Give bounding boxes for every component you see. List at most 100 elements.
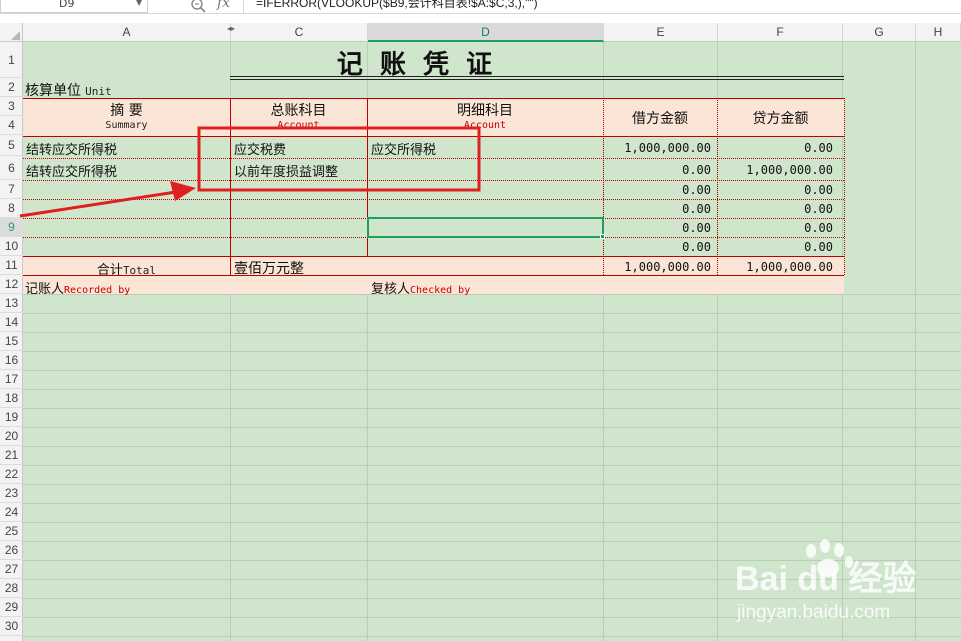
voucher-border bbox=[23, 180, 844, 181]
checked-label-en: Checked by bbox=[410, 285, 471, 296]
row-header[interactable]: 30 bbox=[0, 617, 23, 636]
voucher-border bbox=[23, 136, 844, 137]
row-header[interactable]: 6 bbox=[0, 156, 23, 180]
gridline bbox=[23, 351, 961, 352]
row-header[interactable]: 12 bbox=[0, 275, 23, 294]
row-header[interactable]: 3 bbox=[0, 97, 23, 116]
gridline bbox=[23, 332, 961, 333]
entry-account[interactable]: 以前年度损益调整 bbox=[234, 161, 338, 180]
row-header[interactable]: 7 bbox=[0, 180, 23, 199]
account-header: 总账科目 bbox=[270, 103, 327, 119]
row-header[interactable]: 16 bbox=[0, 351, 23, 370]
voucher-border bbox=[23, 199, 844, 200]
account-header-en: Account bbox=[277, 120, 320, 131]
row-header[interactable]: 20 bbox=[0, 427, 23, 446]
row-header[interactable]: 24 bbox=[0, 503, 23, 522]
row-header[interactable]: 28 bbox=[0, 579, 23, 598]
row-header[interactable]: 21 bbox=[0, 446, 23, 465]
fx-icon[interactable]: fx bbox=[217, 0, 230, 11]
row-header[interactable]: 2 bbox=[0, 78, 23, 97]
total-credit[interactable]: 1,000,000.00 bbox=[717, 260, 833, 274]
gridline bbox=[23, 636, 961, 637]
entry-debit[interactable]: 1,000,000.00 bbox=[603, 141, 711, 155]
fill-handle[interactable] bbox=[600, 234, 605, 239]
row-header[interactable]: 4 bbox=[0, 116, 23, 135]
title-underline bbox=[230, 76, 844, 77]
select-all-corner[interactable] bbox=[0, 23, 23, 42]
detail-header: 明细科目 bbox=[457, 103, 513, 119]
row-header[interactable]: 27 bbox=[0, 560, 23, 579]
column-header-h[interactable]: H bbox=[916, 23, 961, 42]
credit-header: 贷方金额 bbox=[752, 111, 809, 127]
gridline bbox=[23, 484, 961, 485]
row-header[interactable]: 10 bbox=[0, 237, 23, 256]
row-header[interactable]: 1 bbox=[0, 42, 23, 78]
chevron-down-icon[interactable]: ▼ bbox=[136, 0, 142, 7]
row-header[interactable]: 26 bbox=[0, 541, 23, 560]
entry-debit[interactable]: 0.00 bbox=[603, 163, 711, 177]
gridline bbox=[23, 408, 961, 409]
select-all-icon bbox=[11, 31, 20, 40]
entry-summary[interactable]: 结转应交所得税 bbox=[26, 139, 117, 158]
row-header[interactable]: 11 bbox=[0, 256, 23, 275]
voucher-border bbox=[23, 158, 844, 159]
entry-credit[interactable]: 1,000,000.00 bbox=[717, 163, 833, 177]
row-header[interactable]: 14 bbox=[0, 313, 23, 332]
entry-debit[interactable]: 0.00 bbox=[603, 240, 711, 254]
voucher-border bbox=[23, 98, 844, 99]
entry-summary[interactable]: 结转应交所得税 bbox=[26, 161, 117, 180]
row-header[interactable]: 15 bbox=[0, 332, 23, 351]
gridline bbox=[23, 370, 961, 371]
voucher-border bbox=[603, 98, 604, 275]
entry-credit[interactable]: 0.00 bbox=[717, 183, 833, 197]
entry-detail[interactable]: 应交所得税 bbox=[371, 139, 436, 158]
column-header-f[interactable]: F bbox=[718, 23, 843, 42]
voucher-border bbox=[717, 98, 718, 275]
row-header[interactable]: 17 bbox=[0, 370, 23, 389]
unit-label-en: Unit bbox=[85, 85, 112, 98]
row-header[interactable]: 5 bbox=[0, 135, 23, 156]
zoom-icon[interactable] bbox=[190, 0, 208, 13]
entry-credit[interactable]: 0.00 bbox=[717, 141, 833, 155]
recorded-label-cn: 记账人 bbox=[25, 282, 65, 297]
watermark-brand: Bai du 经验 bbox=[735, 559, 916, 598]
entry-credit[interactable]: 0.00 bbox=[717, 202, 833, 216]
entry-debit[interactable]: 0.00 bbox=[603, 183, 711, 197]
row-header[interactable]: 23 bbox=[0, 484, 23, 503]
gridline bbox=[23, 313, 961, 314]
column-header-d[interactable]: D bbox=[368, 23, 604, 42]
formula-input[interactable]: =IFERROR(VLOOKUP($B9,会计科目表!$A:$C,3,),"") bbox=[243, 0, 961, 13]
voucher-border bbox=[23, 275, 844, 276]
row-header[interactable]: 8 bbox=[0, 199, 23, 218]
entry-credit[interactable]: 0.00 bbox=[717, 221, 833, 235]
name-box[interactable]: D9 bbox=[0, 0, 148, 13]
row-header-bar: 1 2 3 4 5 6 7 8 9 10 11 12 13 14 15 16 1… bbox=[0, 42, 23, 641]
row-header[interactable]: 29 bbox=[0, 598, 23, 617]
watermark-url: jingyan.baidu.com bbox=[736, 602, 890, 623]
row-header[interactable]: 13 bbox=[0, 294, 23, 313]
row-header-active[interactable]: 9 bbox=[0, 218, 23, 237]
column-header-bar: A ◂▸ C D E F G H bbox=[0, 23, 961, 42]
row-header[interactable]: 19 bbox=[0, 408, 23, 427]
column-header-c[interactable]: C bbox=[231, 23, 368, 42]
recorded-label-en: Recorded by bbox=[64, 285, 131, 296]
gridline bbox=[23, 522, 961, 523]
entry-credit[interactable]: 0.00 bbox=[717, 240, 833, 254]
voucher-border bbox=[844, 98, 845, 275]
column-header-a[interactable]: A bbox=[23, 23, 231, 42]
column-header-g[interactable]: G bbox=[843, 23, 916, 42]
checked-by: 复核人Checked by bbox=[371, 278, 470, 297]
row-header[interactable]: 18 bbox=[0, 389, 23, 408]
selected-cell-d9[interactable] bbox=[367, 217, 604, 238]
entry-debit[interactable]: 0.00 bbox=[603, 221, 711, 235]
gridline bbox=[23, 427, 961, 428]
gridline bbox=[23, 446, 961, 447]
debit-header: 借方金额 bbox=[632, 111, 688, 127]
row-header[interactable]: 25 bbox=[0, 522, 23, 541]
entry-account[interactable]: 应交税费 bbox=[234, 139, 286, 158]
row-header[interactable]: 22 bbox=[0, 465, 23, 484]
column-header-e[interactable]: E bbox=[604, 23, 718, 42]
gridline bbox=[23, 294, 961, 295]
total-debit[interactable]: 1,000,000.00 bbox=[603, 260, 711, 274]
entry-debit[interactable]: 0.00 bbox=[603, 202, 711, 216]
